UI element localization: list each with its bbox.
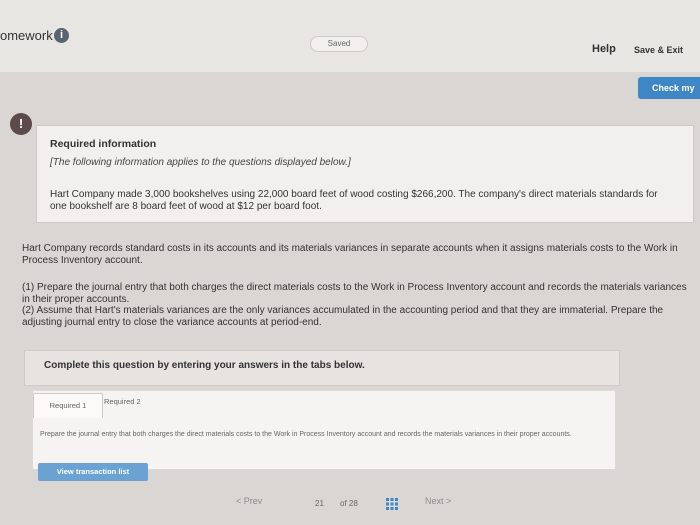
- tab-required-1[interactable]: Required 1: [33, 393, 103, 418]
- required-information-title: Required information: [50, 138, 157, 150]
- problem-instructions: (1) Prepare the journal entry that both …: [22, 282, 692, 328]
- saved-status-badge: Saved: [310, 36, 368, 52]
- prev-button[interactable]: < Prev: [236, 496, 262, 506]
- page-title: omework: [0, 28, 53, 43]
- page-total: of 28: [340, 499, 358, 508]
- page-number[interactable]: 21: [315, 499, 324, 508]
- tab-required-2[interactable]: Required 2: [104, 397, 141, 406]
- view-transaction-list-button[interactable]: View transaction list: [38, 463, 148, 481]
- grid-icon[interactable]: [386, 497, 398, 510]
- save-exit-button[interactable]: Save & Exit: [634, 45, 683, 55]
- info-icon[interactable]: i: [54, 28, 69, 43]
- tab-description: Prepare the journal entry that both char…: [40, 431, 572, 438]
- next-button[interactable]: Next >: [425, 496, 451, 506]
- problem-paragraph-1: Hart Company records standard costs in i…: [22, 243, 678, 266]
- alert-icon: !: [10, 113, 32, 135]
- instruction-1: (1) Prepare the journal entry that both …: [22, 282, 687, 305]
- help-link[interactable]: Help: [592, 43, 616, 55]
- instruction-2: (2) Assume that Hart's materials varianc…: [22, 305, 664, 328]
- required-information-text: Hart Company made 3,000 bookshelves usin…: [50, 189, 658, 212]
- check-my-work-button[interactable]: Check my: [638, 77, 700, 99]
- required-information-note: [The following information applies to th…: [50, 157, 351, 168]
- complete-question-text: Complete this question by entering your …: [44, 360, 365, 371]
